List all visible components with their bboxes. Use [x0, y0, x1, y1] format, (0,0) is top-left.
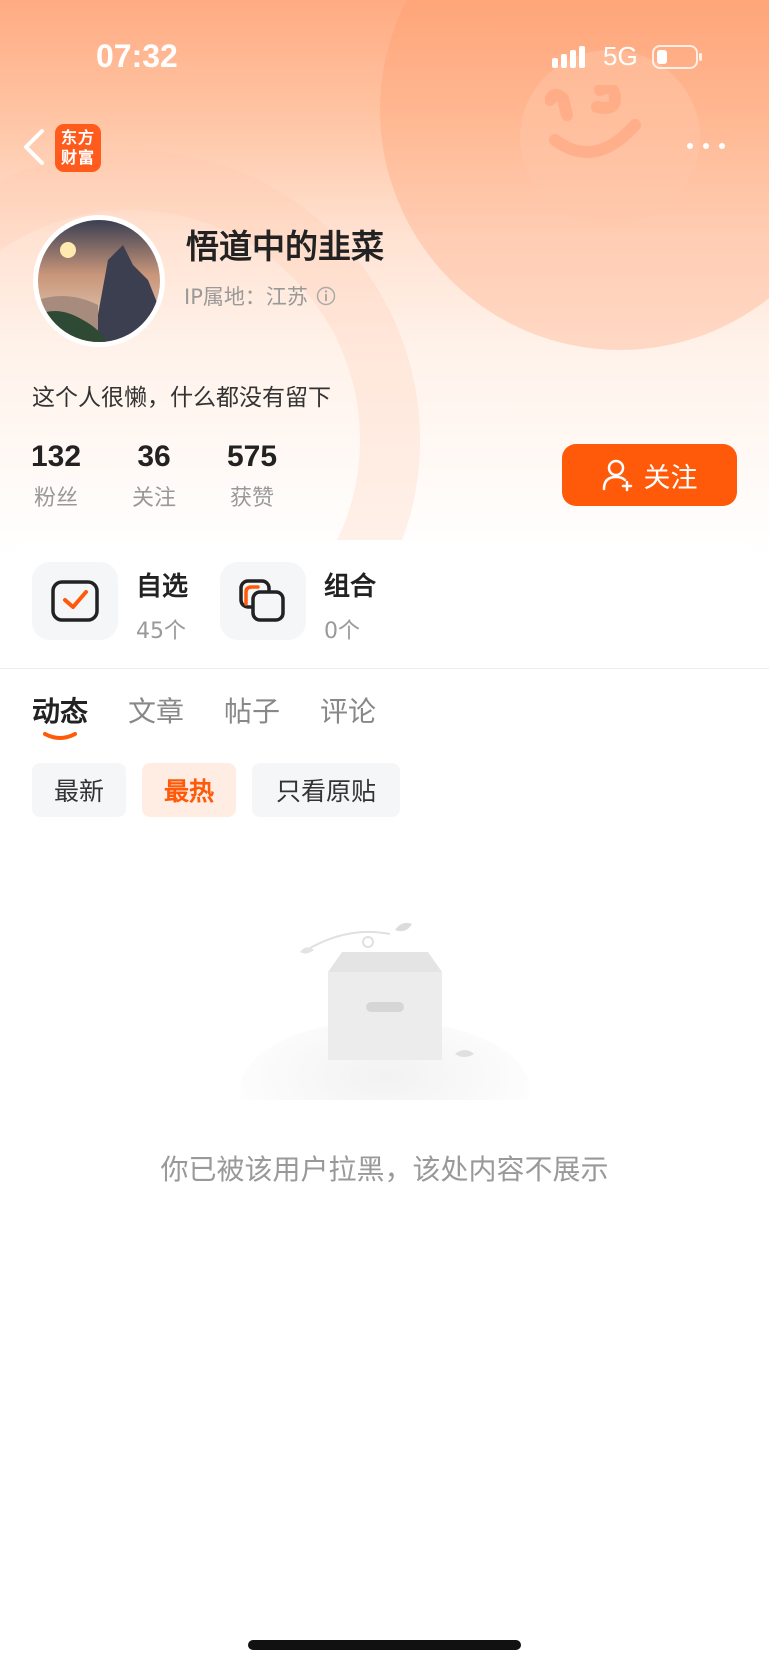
ip-location: IP属地：江苏 — [184, 285, 308, 309]
watchlist-entry[interactable]: 自选 45个 — [32, 562, 188, 645]
clock: 07:32 — [96, 38, 178, 74]
filter-chips: 最新 最热 只看原贴 — [32, 763, 416, 817]
stat-following-label: 关注 — [131, 486, 176, 511]
status-bar: 07:32 5G — [0, 0, 769, 110]
portfolio-icon — [220, 562, 306, 640]
tab-dynamics[interactable]: 动态 — [32, 690, 88, 730]
stat-fans-label: 粉丝 — [33, 486, 78, 511]
stat-following-value: 36 — [137, 440, 171, 473]
watchlist-title: 自选 — [136, 572, 189, 602]
content-tabs: 动态 文章 帖子 评论 — [32, 690, 416, 730]
empty-box-illustration — [240, 922, 530, 1100]
watchlist-icon — [32, 562, 118, 640]
portfolio-title: 组合 — [324, 572, 377, 602]
stat-fans-value: 132 — [30, 440, 82, 473]
username: 悟道中的韭菜 — [186, 227, 384, 266]
tab-posts[interactable]: 帖子 — [224, 690, 280, 730]
ip-location-row: IP属地：江苏 — [184, 281, 336, 311]
empty-state-message: 你已被该用户拉黑，该处内容不展示 — [160, 1153, 609, 1186]
stat-likes-label: 获赞 — [229, 486, 274, 511]
tab-articles[interactable]: 文章 — [128, 690, 184, 730]
avatar[interactable] — [33, 215, 165, 347]
filter-latest[interactable]: 最新 — [32, 763, 126, 817]
stat-likes[interactable]: 575 获赞 — [222, 438, 282, 512]
divider — [0, 668, 769, 669]
signal-icon — [552, 46, 585, 68]
tab-comments[interactable]: 评论 — [320, 690, 376, 730]
bio: 这个人很懒，什么都没有留下 — [32, 385, 331, 411]
watchlist-count: 45个 — [136, 619, 186, 644]
stat-fans[interactable]: 132 粉丝 — [30, 438, 82, 512]
add-user-icon — [602, 459, 632, 492]
filter-original-only[interactable]: 只看原贴 — [252, 763, 400, 817]
network-type: 5G — [603, 41, 638, 71]
home-indicator[interactable] — [248, 1640, 521, 1650]
portfolio-entry[interactable]: 组合 0个 — [220, 562, 376, 645]
battery-icon — [652, 45, 702, 69]
stat-likes-value: 575 — [226, 440, 278, 473]
back-icon[interactable] — [16, 125, 56, 169]
active-tab-indicator — [43, 732, 77, 740]
filter-hottest[interactable]: 最热 — [142, 763, 236, 817]
more-icon[interactable] — [684, 135, 728, 157]
stat-following[interactable]: 36 关注 — [129, 438, 179, 512]
info-icon[interactable] — [316, 286, 336, 306]
follow-button[interactable]: 关注 — [562, 444, 737, 506]
avatar-image — [38, 220, 160, 342]
portfolio-count: 0个 — [324, 619, 360, 644]
app-logo: 东方 财富 — [55, 124, 101, 172]
follow-button-label: 关注 — [643, 462, 698, 494]
